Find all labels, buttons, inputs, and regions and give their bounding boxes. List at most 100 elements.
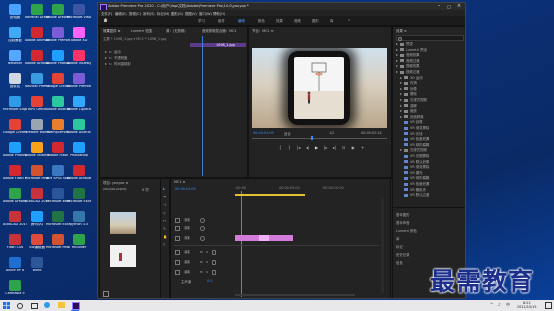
go-to-out-icon[interactable]: ▸| [333,145,336,150]
expand-triangle-icon[interactable] [400,82,402,85]
timeline-tab[interactable]: MC1 ≡ [174,180,185,184]
effects-tree-item[interactable]: VR 色度泄漏 [404,136,429,141]
desktop-icon[interactable]: Microsoft PowerPoint [46,233,70,253]
side-panel-item[interactable]: 基本图形 [396,212,410,217]
effects-tree-item[interactable]: VR 光线 [404,131,423,136]
search-taskbar-icon[interactable] [17,303,23,309]
effects-tree-item[interactable]: VR 随机块 [404,187,426,192]
desktop-icon[interactable]: Adobe Photoshop [46,49,70,69]
desktop-icon[interactable]: Adobe Acrobat [25,49,49,69]
expand-triangle-icon[interactable] [105,57,107,59]
close-button[interactable]: × [454,3,464,10]
clock-date[interactable]: 2021/10/15 [517,305,537,309]
effect-control-row[interactable]: fx 不透明度 [105,55,127,60]
program-tab[interactable]: 节目：MC1 ≡ [252,28,274,33]
mute-button[interactable]: M [200,250,203,254]
export-frame-icon[interactable]: ◉ [351,145,355,150]
pen-icon[interactable]: ✎ [163,227,166,231]
desktop-icon[interactable]: AutoCAD 2019 [25,187,49,207]
ripple-edit-icon[interactable]: ⊣ [163,203,166,207]
expand-triangle-icon[interactable] [400,110,402,113]
maximize-button[interactable]: □ [444,3,454,10]
expand-triangle-icon[interactable] [396,43,398,45]
desktop-icon[interactable]: Adobe Dreamweaver [3,187,27,207]
desktop-icon[interactable]: Adobe Flash Professional [3,164,27,184]
side-panel-item[interactable]: 基本声音 [396,220,410,225]
effects-tab[interactable]: 效果 ≡ [396,28,407,33]
source-panel-tab[interactable]: Lumetri 范围 [131,28,152,33]
project-list-view-icon[interactable] [103,291,109,297]
step-forward-icon[interactable]: |▸ [324,145,327,150]
desktop-icon[interactable]: WPS Office [27,95,47,115]
mute-button[interactable]: M [200,270,203,274]
step-back-icon[interactable]: ◂| [306,145,309,150]
mark-out-icon[interactable]: } [288,145,291,150]
mark-in-icon[interactable]: { [279,145,282,150]
side-panel-item[interactable]: 历史记录 [396,252,410,257]
timeline-horizontal-scrollbar[interactable] [235,294,355,296]
effects-tree-item[interactable]: VR 色度泄漏 [404,181,429,186]
insert-icon[interactable]: ⊡ [342,145,345,150]
expand-triangle-icon[interactable] [105,63,107,65]
effects-tree-item[interactable]: Lumetri 预设 [396,47,427,52]
effect-control-row[interactable]: fx 运动 [105,49,121,54]
effects-tree-item[interactable]: 溶解 [400,103,417,108]
tray-up-arrow-icon[interactable]: ^ [490,302,493,307]
mute-button[interactable]: M [200,260,203,264]
audio-track-header[interactable]: A3 M S [174,269,232,276]
program-scrub-bar[interactable] [252,138,387,139]
effects-tree-item[interactable]: VR 光圈擦除 [404,153,429,158]
desktop-icon[interactable]: 回收站 [5,72,25,92]
desktop-icon[interactable]: Network [5,49,25,69]
expand-triangle-icon[interactable] [400,104,402,107]
side-panel-item[interactable]: 库 [396,236,399,241]
video-track-header[interactable]: V2 [174,225,232,232]
notification-icon[interactable] [545,302,552,309]
workspace-tab[interactable]: 组件 [218,18,225,23]
project-tab[interactable]: 项目: youyoo ≡ [103,180,128,185]
explorer-taskbar-icon[interactable] [58,302,65,308]
desktop-icon[interactable]: Adobe Audition [67,118,91,138]
workspace-tab[interactable]: 颜色 [258,18,265,23]
desktop-icon[interactable]: Adobe Premiere [67,72,91,92]
desktop-icon[interactable]: Adobe InDesign [67,49,91,69]
fit-dropdown[interactable]: 适合 [284,131,291,136]
effects-tree-item[interactable]: 视频过渡 [396,69,420,74]
solo-button[interactable]: S [206,250,208,254]
desktop-icon[interactable]: Microsoft Excel 2010 [46,210,70,230]
minimize-button[interactable]: – [434,3,444,10]
edge-taskbar-icon[interactable] [44,302,50,308]
go-to-in-icon[interactable]: |◂ [297,145,300,150]
effects-tree-item[interactable]: 页面剥落 [400,114,424,119]
program-playhead-icon[interactable] [311,136,313,140]
effects-tree-item[interactable]: VR 渐变擦除 [404,125,429,130]
track-visibility-icon[interactable] [200,236,205,241]
resolution-dropdown[interactable]: 1/2 [329,131,334,135]
track-lock-icon[interactable] [175,218,180,223]
video-track-header[interactable]: V1 [174,235,232,242]
desktop-icon[interactable]: Adobe Illustrator [25,141,49,161]
track-select-icon[interactable]: ⇥ [163,195,166,199]
effects-tree-item[interactable]: 3D 运动 [400,75,423,80]
desktop-icon[interactable]: Camtasia 9 [5,279,25,299]
workspace-tab[interactable]: 效果 [276,18,283,23]
desktop-icon[interactable]: 腾讯QQ [27,210,47,230]
effects-tree-item[interactable]: 缩放 [400,108,417,113]
desktop-icon[interactable]: Adobe Premiere [46,26,70,46]
desktop-icon[interactable]: AutoCAD 2014 [3,210,27,230]
audio-track-header[interactable]: A2 M S [174,259,232,266]
side-panel-item[interactable]: Lumetri 颜色 [396,228,417,233]
desktop-icon[interactable]: NxPanel Dreamweaver [25,3,49,23]
desktop-icon[interactable]: Microsoft Edge [3,95,27,115]
master-volume-value[interactable]: 0.0 [207,279,212,283]
effects-tree-item[interactable]: 视频效果 [396,63,420,68]
solo-button[interactable]: S [206,270,208,274]
expand-triangle-icon[interactable] [400,115,402,118]
desktop-icon[interactable]: Adobe Acrobat [67,164,91,184]
expand-triangle-icon[interactable] [400,149,402,152]
timeline-vertical-scrollbar[interactable] [381,199,384,293]
expand-triangle-icon[interactable] [400,99,402,101]
track-lock-icon[interactable] [175,250,180,255]
task-view-icon[interactable] [31,303,38,309]
hand-icon[interactable]: ✋ [163,235,167,239]
